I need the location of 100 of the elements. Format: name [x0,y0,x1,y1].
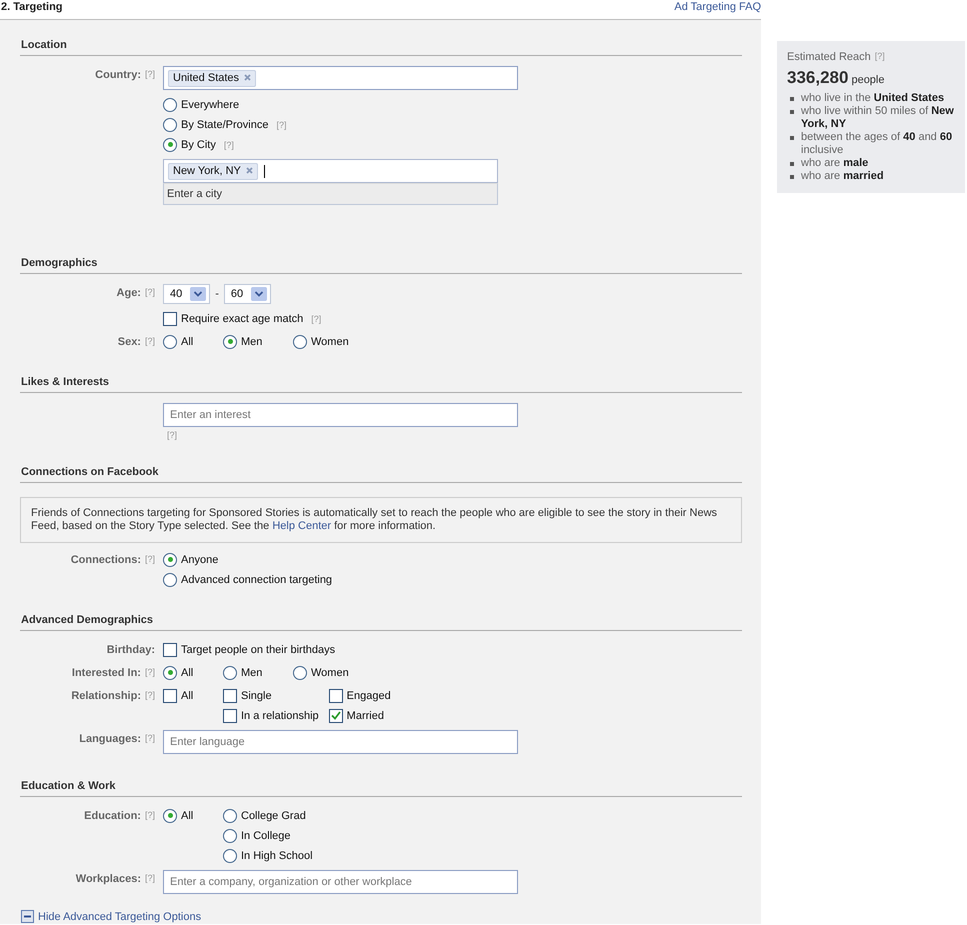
text-cursor [264,164,266,178]
field-label: Relationship: [71,690,141,702]
option-label: Advanced connection targeting [181,574,332,586]
checkbox[interactable] [223,688,237,702]
age-select[interactable]: 60 [224,284,272,304]
field-label: Country: [95,69,141,81]
field-label: Workplaces: [76,873,141,885]
option-label: Anyone [181,554,218,566]
option-label: All [181,336,194,348]
help-link[interactable]: [?] [144,667,155,677]
section-title: Education & Work [21,780,116,792]
help-link[interactable]: [?] [224,140,234,150]
info-notice: Friends of Connections targeting for Sponsored Stories is automatically set to reach the people who are eligible to see the story in their News Feed, based on the Story Type selected. See the Help Center for more information. [20,497,742,543]
help-link[interactable]: [?] [144,690,155,700]
reach-title: Estimated Reach [787,51,871,63]
option-label: In High School [241,850,313,862]
option-label: Men [241,336,262,348]
text-field[interactable]: Enter an interest [163,403,518,427]
radio-button[interactable] [223,848,237,862]
radio-button[interactable] [293,666,307,680]
section-title: Likes & Interests [21,376,110,388]
radio-button[interactable] [293,334,307,348]
age-select[interactable]: 40 [163,284,210,304]
help-link[interactable]: [?] [276,120,286,130]
caret-icon [190,287,206,301]
help-link[interactable]: [?] [144,733,155,743]
help-link[interactable]: [?] [874,51,885,61]
token-label: United States [173,72,240,84]
remove-icon [246,167,253,174]
radio-button[interactable] [223,808,237,822]
checkbox[interactable] [223,708,237,722]
help-center-link[interactable]: Help Center [272,520,332,532]
field-label: Sex: [118,336,141,348]
field-label: Birthday: [106,644,155,656]
reach-unit: people [851,74,884,86]
bullet-icon [790,110,794,114]
option-label: Married [346,710,384,722]
field-label: Education: [84,810,141,822]
help-link[interactable]: [?] [144,336,155,346]
radio-button[interactable] [223,828,237,842]
radio-button[interactable] [163,118,177,132]
option-label: Women [311,336,349,348]
option-label: Engaged [346,690,391,702]
option-label: All [181,666,194,678]
help-link[interactable]: [?] [144,287,155,297]
checkbox[interactable] [328,708,343,722]
text-field[interactable]: Enter a company, organization or other workplace [163,870,518,894]
checkbox[interactable] [163,688,177,702]
field-label: Connections: [70,554,141,566]
option-label: In a relationship [241,710,319,722]
option-label: Require exact age match [181,312,304,324]
reach-criterion: who live within 50 miles of New York, NY [801,105,955,131]
option-label: Target people on their birthdays [181,644,336,656]
option-label: All [181,810,194,822]
bullet-icon [790,162,794,166]
minus-icon [21,910,34,923]
option-label: All [181,690,194,702]
text-field[interactable]: Enter language [163,730,518,754]
option-label: By State/Province [181,118,268,130]
option-label: Single [241,690,272,702]
radio-button[interactable] [163,808,177,822]
section-title: Connections on Facebook [21,466,159,478]
help-link[interactable]: [?] [144,810,155,820]
help-link[interactable]: [?] [144,69,155,79]
radio-button[interactable] [163,552,177,566]
radio-button[interactable] [163,572,177,586]
radio-button[interactable] [223,334,237,348]
hide-options-link[interactable]: Hide Advanced Targeting Options [38,910,202,922]
section-title: Demographics [21,257,98,269]
radio-button[interactable] [163,138,177,152]
radio-button[interactable] [163,666,177,680]
checkbox[interactable] [328,688,343,702]
range-separator: - [214,287,220,302]
help-link[interactable]: [?] [144,873,155,883]
country-field[interactable]: United States [163,66,518,90]
remove-icon [244,74,252,81]
bullet-icon [790,136,794,140]
section-title: Advanced Demographics [21,614,154,626]
help-link[interactable]: [?] [311,314,322,324]
faq-link[interactable]: Ad Targeting FAQ [674,0,761,13]
radio-button[interactable] [163,98,177,112]
radio-button[interactable] [223,666,237,680]
option-label: College Grad [241,810,306,822]
help-link[interactable]: [?] [144,554,155,564]
reach-criterion: who are male [801,157,868,170]
token-label: New York, NY [173,164,241,176]
option-label: By City [181,138,216,150]
section-title: Location [21,39,67,51]
checkbox[interactable] [163,312,177,326]
help-link[interactable]: [?] [167,430,742,440]
reach-criterion: who are married [801,170,884,183]
radio-button[interactable] [163,334,177,348]
caret-icon [251,287,268,301]
reach-count: 336,280 [787,68,848,88]
bullet-icon [790,175,794,179]
option-label: Men [241,666,262,678]
bullet-icon [790,97,794,101]
checkbox[interactable] [163,642,177,656]
city-field[interactable]: New York, NY [163,159,498,183]
reach-criterion: who live in the United States [801,92,944,105]
